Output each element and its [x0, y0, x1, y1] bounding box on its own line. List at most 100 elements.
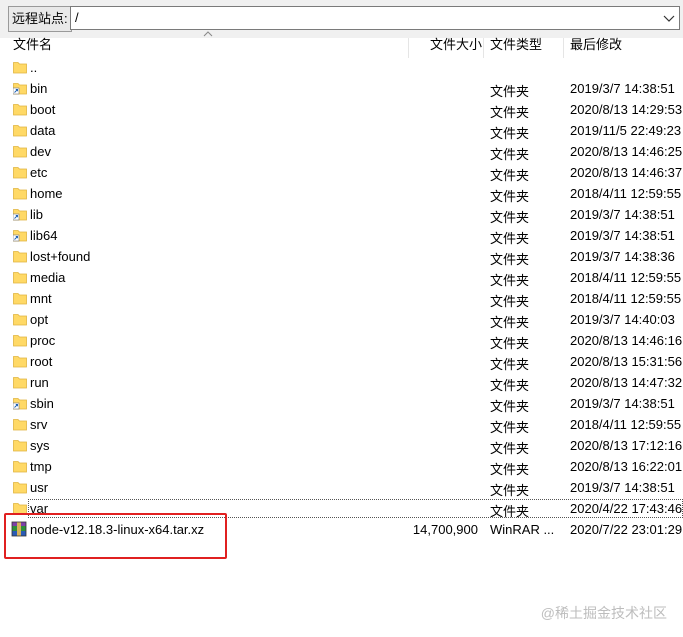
column-modified[interactable]: 最后修改	[570, 38, 622, 58]
file-row[interactable]: lost+found 文件夹 2019/3/7 14:38:36	[0, 246, 683, 267]
file-row[interactable]: lib64 文件夹 2019/3/7 14:38:51	[0, 225, 683, 246]
folder-icon	[13, 144, 27, 158]
folder-icon	[13, 291, 27, 305]
file-row[interactable]: home 文件夹 2018/4/11 12:59:55	[0, 183, 683, 204]
remote-site-label: 远程站点:	[8, 6, 72, 32]
file-size: 14,700,900	[412, 522, 478, 537]
file-row[interactable]: root 文件夹 2020/8/13 15:31:56	[0, 351, 683, 372]
watermark: @稀土掘金技术社区	[540, 605, 667, 621]
file-type: 文件夹	[490, 378, 530, 393]
file-name: opt	[30, 312, 49, 327]
file-name: lib	[30, 207, 44, 222]
file-modified: 2020/8/13 14:29:53	[570, 102, 683, 117]
file-name: root	[30, 354, 53, 369]
file-type: 文件夹	[490, 84, 530, 99]
file-row[interactable]: etc 文件夹 2020/8/13 14:46:37	[0, 162, 683, 183]
folder-icon	[13, 60, 27, 74]
file-name: proc	[30, 333, 56, 348]
file-row[interactable]: dev 文件夹 2020/8/13 14:46:25	[0, 141, 683, 162]
file-row[interactable]: usr 文件夹 2019/3/7 14:38:51	[0, 477, 683, 498]
file-row[interactable]: lib 文件夹 2019/3/7 14:38:51	[0, 204, 683, 225]
file-name: lib64	[30, 228, 58, 243]
highlight-box	[4, 513, 227, 559]
file-row[interactable]: run 文件夹 2020/8/13 14:47:32	[0, 372, 683, 393]
file-name: sys	[30, 438, 50, 453]
file-modified: 2019/3/7 14:38:51	[570, 81, 675, 96]
file-type: 文件夹	[490, 273, 530, 288]
folder-icon	[13, 438, 27, 452]
file-type: 文件夹	[490, 483, 530, 498]
file-row[interactable]: srv 文件夹 2018/4/11 12:59:55	[0, 414, 683, 435]
folder-icon	[13, 354, 27, 368]
folder-icon	[13, 165, 27, 179]
file-name: ..	[30, 60, 38, 75]
file-modified: 2020/8/13 15:31:56	[570, 354, 683, 369]
file-row[interactable]: opt 文件夹 2019/3/7 14:40:03	[0, 309, 683, 330]
folder-icon	[13, 459, 27, 473]
file-name: etc	[30, 165, 48, 180]
folder-icon	[13, 333, 27, 347]
file-type: 文件夹	[490, 252, 530, 267]
column-header: 文件名 文件大小 文件类型 最后修改	[0, 38, 683, 58]
sort-ascending-icon	[203, 31, 213, 37]
file-row[interactable]: ..	[0, 57, 683, 78]
column-name[interactable]: 文件名	[13, 38, 52, 58]
file-row[interactable]: bin 文件夹 2019/3/7 14:38:51	[0, 78, 683, 99]
file-type: 文件夹	[490, 420, 530, 435]
file-type: 文件夹	[490, 210, 530, 225]
folder-icon	[13, 249, 27, 263]
file-modified: 2019/3/7 14:38:51	[570, 228, 675, 243]
file-type: 文件夹	[490, 126, 530, 141]
file-row[interactable]: proc 文件夹 2020/8/13 14:46:16	[0, 330, 683, 351]
file-name: dev	[30, 144, 51, 159]
column-divider[interactable]	[563, 38, 564, 58]
file-modified: 2019/11/5 22:49:23	[570, 123, 682, 138]
file-name: mnt	[30, 291, 52, 306]
file-type: 文件夹	[490, 168, 530, 183]
file-name: boot	[30, 102, 56, 117]
file-type: 文件夹	[490, 147, 530, 162]
remote-path-value: /	[75, 10, 79, 25]
file-row[interactable]: sbin 文件夹 2019/3/7 14:38:51	[0, 393, 683, 414]
folder-icon	[13, 186, 27, 200]
file-modified: 2020/8/13 14:47:32	[570, 375, 683, 390]
file-modified: 2019/3/7 14:38:51	[570, 207, 675, 222]
column-size[interactable]: 文件大小	[430, 38, 482, 58]
file-name: bin	[30, 81, 48, 96]
file-modified: 2019/3/7 14:40:03	[570, 312, 675, 327]
file-modified: 2019/3/7 14:38:51	[570, 396, 675, 411]
file-row[interactable]: mnt 文件夹 2018/4/11 12:59:55	[0, 288, 683, 309]
file-modified: 2018/4/11 12:59:55	[570, 417, 682, 432]
folder-link-icon	[12, 207, 27, 221]
file-modified: 2018/4/11 12:59:55	[570, 291, 682, 306]
file-name: lost+found	[30, 249, 91, 264]
file-name: sbin	[30, 396, 54, 411]
file-type: 文件夹	[490, 462, 530, 477]
folder-icon	[13, 375, 27, 389]
column-divider[interactable]	[483, 38, 484, 58]
folder-link-icon	[12, 81, 27, 95]
file-name: usr	[30, 480, 49, 495]
file-modified: 2020/8/13 14:46:25	[570, 144, 683, 159]
file-row[interactable]: sys 文件夹 2020/8/13 17:12:16	[0, 435, 683, 456]
path-bar: 远程站点: /	[0, 0, 683, 38]
column-type[interactable]: 文件类型	[490, 38, 542, 58]
folder-link-icon	[12, 228, 27, 242]
file-row[interactable]: media 文件夹 2018/4/11 12:59:55	[0, 267, 683, 288]
remote-path-input[interactable]: /	[70, 6, 680, 30]
file-name: home	[30, 186, 63, 201]
file-modified: 2019/3/7 14:38:51	[570, 480, 675, 495]
file-row[interactable]: tmp 文件夹 2020/8/13 16:22:01	[0, 456, 683, 477]
file-name: tmp	[30, 459, 52, 474]
file-type: 文件夹	[490, 315, 530, 330]
folder-icon	[13, 123, 27, 137]
chevron-down-icon[interactable]	[661, 9, 677, 27]
file-modified: 2018/4/11 12:59:55	[570, 270, 682, 285]
file-type: 文件夹	[490, 294, 530, 309]
file-type: WinRAR ...	[490, 522, 555, 537]
file-type: 文件夹	[490, 357, 530, 372]
file-row[interactable]: data 文件夹 2019/11/5 22:49:23	[0, 120, 683, 141]
column-divider[interactable]	[408, 38, 409, 58]
folder-icon	[13, 480, 27, 494]
file-row[interactable]: boot 文件夹 2020/8/13 14:29:53	[0, 99, 683, 120]
